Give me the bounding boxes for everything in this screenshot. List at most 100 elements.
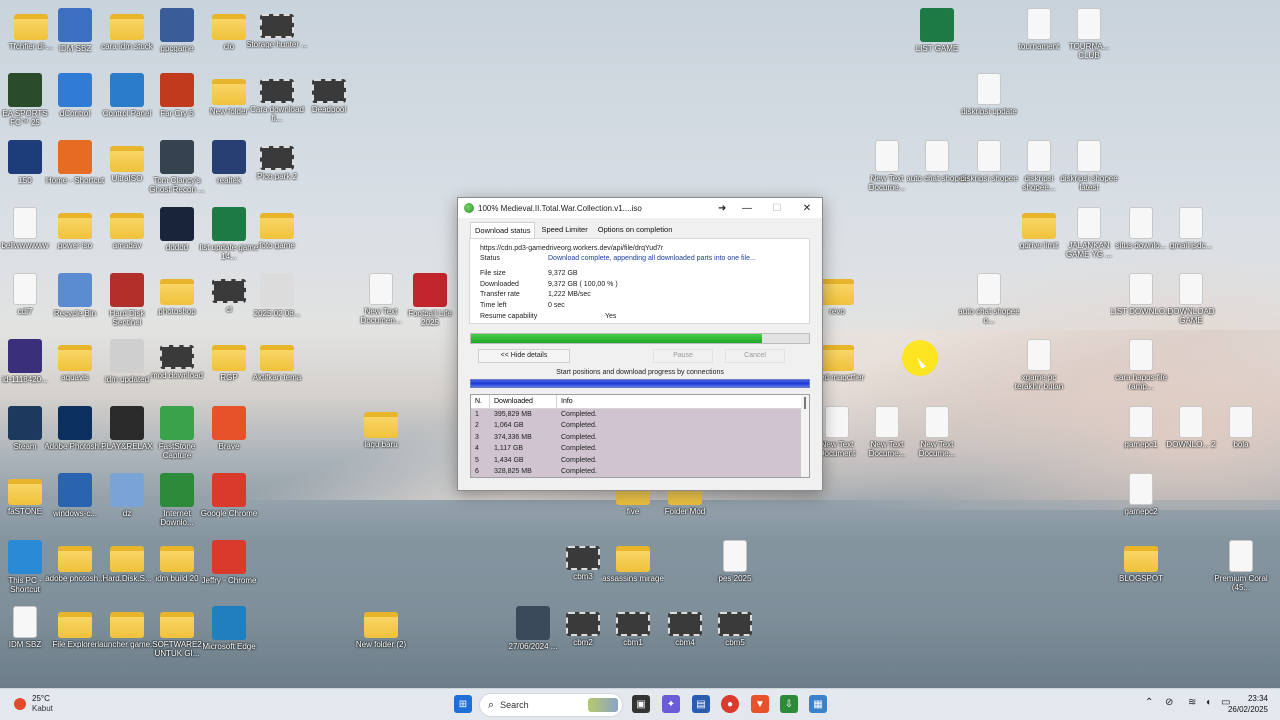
search-highlight-image <box>588 698 618 712</box>
store-icon[interactable]: ▤ <box>692 695 710 713</box>
row-downloaded: 1,117 GB <box>494 445 524 453</box>
folder-icon <box>616 546 650 572</box>
desktop-icon[interactable]: Football Life 2025 <box>399 271 461 337</box>
desktop-icon[interactable]: diskripsi shopee latest <box>1058 138 1120 204</box>
desktop-icon[interactable]: bola <box>1210 404 1272 470</box>
table-row[interactable]: 2 1,064 GB Completed. <box>471 420 809 432</box>
table-row[interactable]: 6 328,825 MB Completed. <box>471 466 809 477</box>
folder-icon <box>110 146 144 172</box>
scrollbar-thumb[interactable] <box>804 397 806 409</box>
desktop-icon[interactable]: Microsoft Edge <box>198 604 260 670</box>
desktop-icon[interactable]: Jeffry - Chrome <box>198 538 260 604</box>
file-icon <box>925 140 949 172</box>
desktop-icon[interactable]: lagu baru <box>350 404 412 470</box>
table-row[interactable]: 3 374,336 MB Completed. <box>471 431 809 444</box>
table-row[interactable]: 4 1,117 GB Completed. <box>471 443 809 455</box>
desktop-icon[interactable]: auto chat shopee o... <box>958 271 1020 337</box>
task-view-icon[interactable]: ▣ <box>632 695 650 713</box>
desktop-icon[interactable]: cbm5 <box>704 604 766 670</box>
folder-icon <box>58 345 92 371</box>
system-clock[interactable]: 23:34 26/02/2025 <box>1228 693 1268 715</box>
desktop-icon[interactable]: New folder (2) <box>350 604 412 670</box>
row-info: Completed. <box>561 411 597 418</box>
folder-icon <box>260 345 294 371</box>
desktop-icon[interactable]: Premium Coral (45... <box>1210 538 1272 604</box>
film-icon <box>260 14 294 38</box>
folder-icon <box>820 279 854 305</box>
app-icon <box>8 540 42 574</box>
desktop-icon[interactable]: TOURNA... CLUB <box>1058 6 1120 72</box>
brave-icon[interactable]: ▼ <box>751 695 769 713</box>
tab-options-on-completion[interactable]: Options on completion <box>594 222 677 238</box>
wifi-icon[interactable]: ≋ <box>1188 697 1196 708</box>
desktop-icon-label: Premium Coral (45... <box>1214 574 1268 592</box>
desktop-icon[interactable]: gmail jsdc... <box>1160 205 1222 271</box>
desktop-icon[interactable]: LIST GAME <box>906 6 968 72</box>
desktop-icon[interactable]: pes 2025 <box>704 538 766 604</box>
file-icon <box>1179 273 1203 305</box>
desktop-icon[interactable]: Brave <box>198 404 260 470</box>
film-icon <box>160 345 194 369</box>
app-icon <box>110 473 144 507</box>
chrome-icon[interactable]: ● <box>721 695 739 713</box>
desktop-icon-label: auto chat shopee o... <box>958 307 1020 325</box>
weather-condition: Kabut <box>32 704 53 713</box>
tab-download-status[interactable]: Download status <box>470 222 536 238</box>
status-label: Status <box>480 255 500 262</box>
window-titlebar[interactable]: 100% Medieval.II.Total.War.Collection.v1… <box>458 198 822 218</box>
file-icon <box>369 273 393 305</box>
connections-progress-bar <box>470 379 810 388</box>
status-value: Download complete, appending all downloa… <box>548 255 756 262</box>
row-number: 4 <box>475 445 479 453</box>
copilot-icon[interactable]: ✦ <box>662 695 680 713</box>
minimize-button[interactable]: — <box>732 203 762 214</box>
volume-icon[interactable]: ◖ <box>1205 697 1211 708</box>
col-number[interactable]: N. <box>471 395 490 408</box>
desktop-icon[interactable]: xgame pc terakhir bulan <box>1008 337 1070 403</box>
folder-icon <box>364 612 398 638</box>
file-icon <box>13 207 37 239</box>
taskbar: 25°C Kabut ⊞ ⌕ Search ▣ ✦ ▤ ● ▼ ⇩ ▦ ⌃ ⊘ … <box>0 688 1280 720</box>
temperature: 25°C <box>32 694 50 703</box>
desktop-icon[interactable]: New Text Docume... <box>906 404 968 470</box>
row-downloaded: 328,825 MB <box>494 468 532 476</box>
table-row[interactable]: 5 1,434 GB Completed. <box>471 454 809 467</box>
desktop-icon[interactable]: Storage hunter ... <box>246 6 308 72</box>
desktop-icon[interactable]: gamepc2 <box>1110 471 1172 537</box>
folder-icon <box>1124 546 1158 572</box>
desktop-icon[interactable]: diskripsi update <box>958 71 1020 137</box>
folder-icon <box>8 479 42 505</box>
desktop-icon[interactable]: Google Chrome <box>198 471 260 537</box>
table-scrollbar[interactable] <box>801 395 809 477</box>
start-windows-icon[interactable]: ⊞ <box>454 695 472 713</box>
downloaded-value: 9,372 GB ( 100,00 % ) <box>548 280 618 288</box>
desktop-icon[interactable]: BLOGSPOT <box>1110 538 1172 604</box>
table-row[interactable]: 1 395,829 MB Completed. <box>471 409 809 421</box>
chevron-up-icon[interactable]: ⌃ <box>1145 697 1153 708</box>
desktop-icon[interactable]: Deadpool <box>298 71 360 137</box>
file-icon <box>1129 473 1153 505</box>
desktop-icon[interactable]: cara hapus file ramp... <box>1110 337 1172 403</box>
col-downloaded[interactable]: Downloaded <box>490 395 557 408</box>
file-icon <box>1077 140 1101 172</box>
app-icon <box>110 339 144 373</box>
desktop-icon[interactable]: Pico park 2 <box>246 138 308 204</box>
desktop-icon[interactable]: DOWNLOAD GAME <box>1160 271 1222 337</box>
weather-widget[interactable]: 25°C Kabut <box>14 694 53 714</box>
app-icon <box>160 140 194 174</box>
app-icon <box>8 339 42 373</box>
desktop-icon[interactable]: foto game <box>246 205 308 271</box>
desktop-icon-label: diskripsi shopee latest <box>1060 174 1118 192</box>
close-button[interactable]: ✕ <box>792 203 822 214</box>
tab-speed-limiter[interactable]: Speed Limiter <box>537 222 591 238</box>
hide-details-button[interactable]: << Hide details <box>478 349 570 363</box>
network-off-icon[interactable]: ⊘ <box>1165 697 1173 708</box>
desktop-icon[interactable]: 2025 02 08... <box>246 271 308 337</box>
idm-taskbar-icon[interactable]: ⇩ <box>780 695 798 713</box>
faststone-taskbar-icon[interactable]: ▦ <box>809 695 827 713</box>
desktop-icon[interactable]: Aktifkan tema <box>246 337 308 403</box>
taskbar-search-box[interactable]: ⌕ Search <box>479 693 623 717</box>
progress-fill <box>471 334 762 343</box>
desktop-icon[interactable]: assassins mirage <box>602 538 664 604</box>
col-info[interactable]: Info <box>557 395 809 408</box>
